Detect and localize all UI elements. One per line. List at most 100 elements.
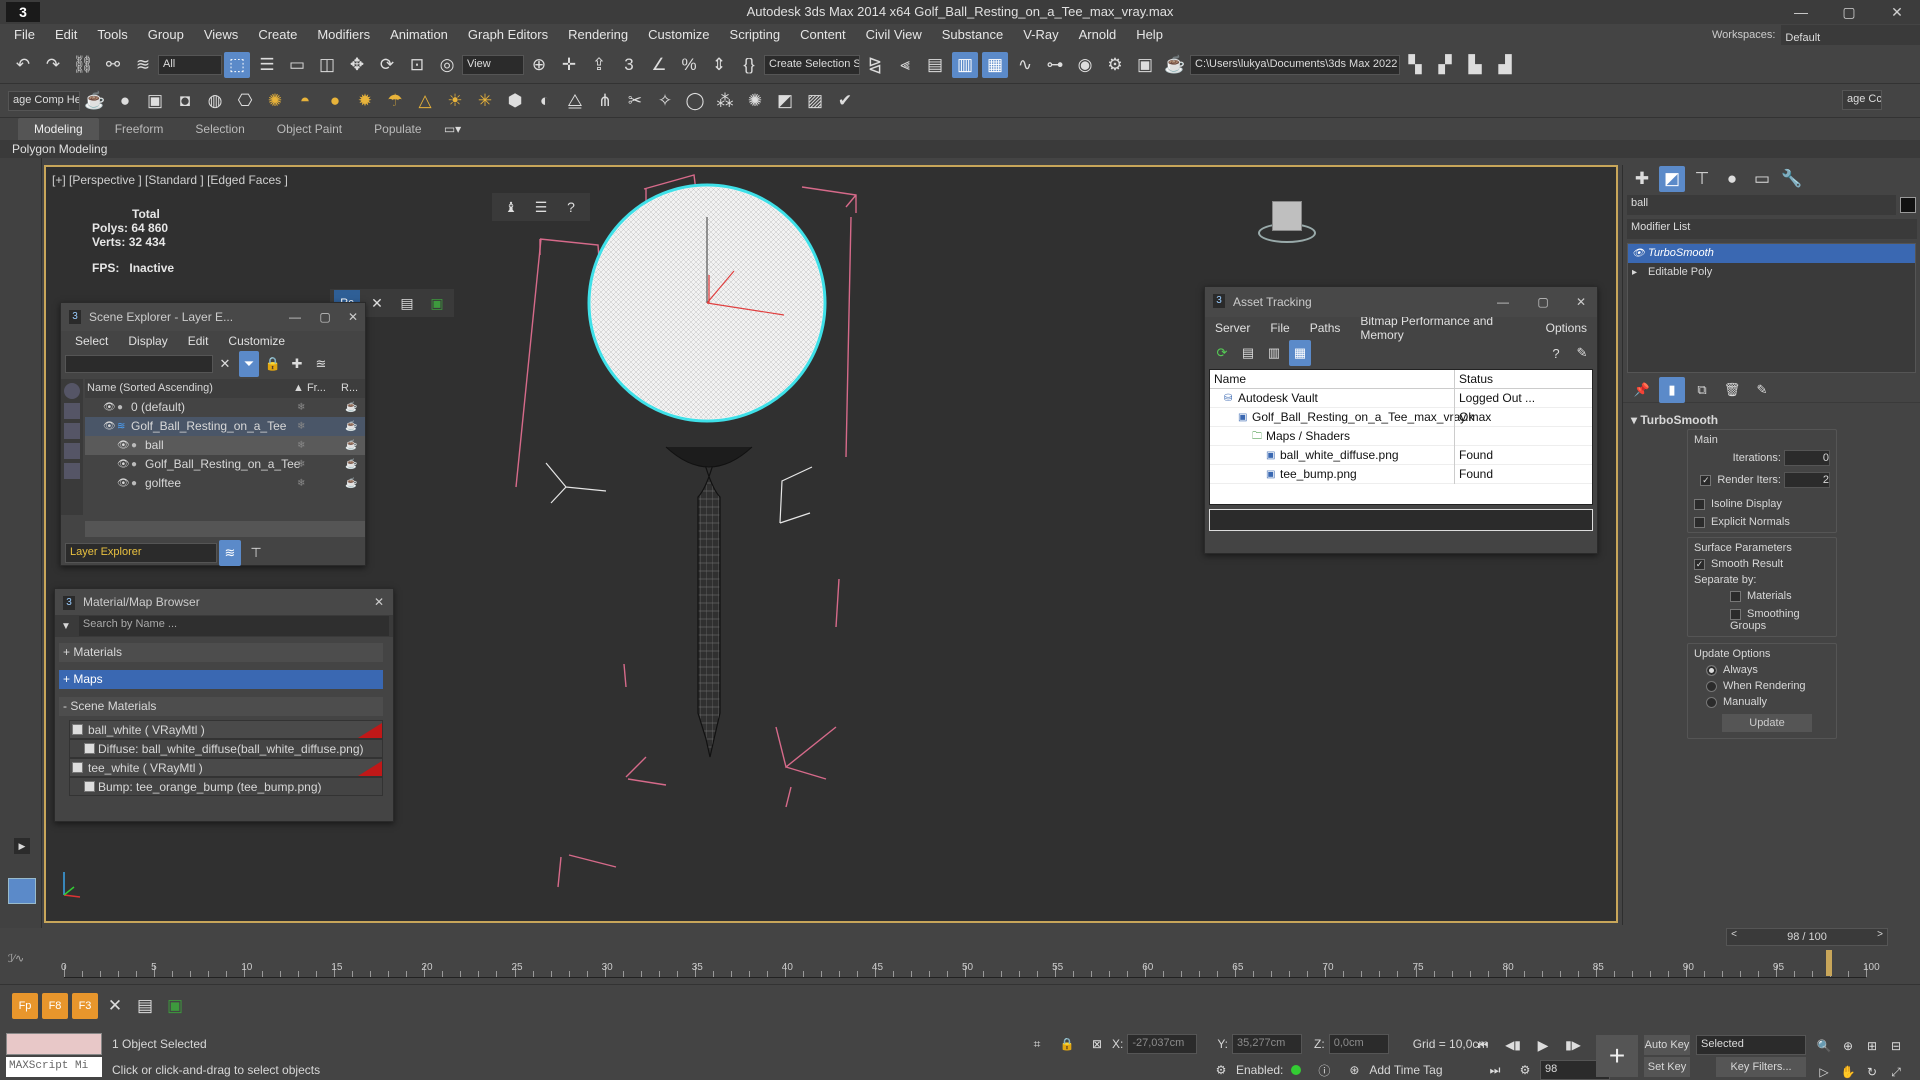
undo-icon[interactable]: ↶: [10, 52, 36, 78]
asset-row[interactable]: ▣ tee_bump.png Found: [1210, 465, 1592, 484]
absolute-mode-icon[interactable]: ⊠: [1084, 1031, 1110, 1057]
scene-explorer-menu-display[interactable]: Display: [128, 334, 167, 348]
select-manipulate-icon[interactable]: ✛: [556, 52, 582, 78]
set-key-button[interactable]: Set Key: [1644, 1057, 1690, 1077]
list-small-icon[interactable]: ▤: [132, 993, 158, 1019]
time-slider[interactable]: < 98 / 100 >: [1726, 928, 1888, 946]
vray-multi-material-icon[interactable]: ⁂: [712, 88, 738, 114]
isoline-checkbox[interactable]: [1694, 498, 1705, 510]
modifier-list-dropdown[interactable]: Modifier List: [1627, 219, 1917, 239]
key-mode-icon[interactable]: ⏭: [1482, 1057, 1508, 1080]
viewport-layout-icon[interactable]: [8, 878, 36, 904]
time-config-icon[interactable]: ⚙: [1512, 1057, 1538, 1080]
material-browser-close[interactable]: ✕: [365, 589, 393, 615]
menu-substance[interactable]: Substance: [932, 24, 1013, 46]
field-of-view-icon[interactable]: ▷: [1814, 1059, 1834, 1080]
next-frame-arrow-icon[interactable]: >: [1873, 929, 1887, 940]
scene-explorer-scrollbar[interactable]: [85, 521, 365, 537]
vray-material-icon[interactable]: ◯: [682, 88, 708, 114]
add-time-tag-label[interactable]: Add Time Tag: [1369, 1063, 1442, 1077]
vault-options-icon[interactable]: ✎: [1571, 340, 1593, 366]
create-tab-icon[interactable]: ✚: [1629, 166, 1655, 192]
filter-icon[interactable]: ⏷: [239, 351, 259, 377]
table-icon[interactable]: ▤: [394, 290, 420, 316]
vault-help-icon[interactable]: ?: [1545, 340, 1567, 366]
make-unique-icon[interactable]: ⧉: [1689, 377, 1715, 403]
align-icon[interactable]: ⫷: [892, 52, 918, 78]
col-render-header[interactable]: R...: [341, 379, 358, 398]
materials-section[interactable]: + Materials: [59, 643, 383, 662]
utilities-tab-icon[interactable]: 🔧: [1779, 166, 1805, 192]
move-icon[interactable]: ✥: [344, 52, 370, 78]
maps-section[interactable]: + Maps: [59, 670, 383, 689]
z-coordinate-field[interactable]: 0,0cm: [1328, 1034, 1389, 1054]
menu-rendering[interactable]: Rendering: [558, 24, 638, 46]
sunlight-icon[interactable]: ☀: [442, 88, 468, 114]
freeze-icon[interactable]: ❄: [297, 398, 305, 417]
asset-row[interactable]: 🗀 Maps / Shaders: [1210, 427, 1592, 446]
key-filters-button[interactable]: Key Filters...: [1716, 1057, 1806, 1077]
display-objects-icon[interactable]: [64, 383, 80, 399]
expand-arrow-icon[interactable]: ▸: [1632, 263, 1637, 282]
scene-explorer-row[interactable]: 👁 ● ball ❄ ☕: [85, 436, 365, 455]
visibility-eye-icon[interactable]: 👁: [117, 455, 130, 474]
hierarchy-tab-icon[interactable]: ⊤: [1689, 166, 1715, 192]
x-coordinate-field[interactable]: -27,037cm: [1127, 1034, 1198, 1054]
spinner-snap-icon[interactable]: ⇕: [706, 52, 732, 78]
proxy-icon[interactable]: ⬢: [502, 88, 528, 114]
modify-tab-icon[interactable]: ◩: [1659, 166, 1685, 192]
material-item[interactable]: ball_white ( VRayMtl ): [69, 720, 383, 739]
scene-explorer-row[interactable]: 👁 ● Golf_Ball_Resting_on_a_Tee ❄ ☕: [85, 455, 365, 474]
menu-civil-view[interactable]: Civil View: [856, 24, 932, 46]
modifier-stack-item[interactable]: ▸ Editable Poly: [1628, 263, 1915, 282]
menu-help[interactable]: Help: [1126, 24, 1173, 46]
scene-explorer-close[interactable]: ✕: [339, 303, 367, 331]
renderable-icon[interactable]: ☕: [345, 417, 357, 436]
time-tag-icon[interactable]: ⓘ: [1311, 1057, 1337, 1080]
ribbon-toggle-icon[interactable]: ▦: [982, 51, 1008, 78]
project-icon-4[interactable]: ▟: [1492, 52, 1518, 78]
material-map-item[interactable]: Bump: tee_orange_bump (tee_bump.png): [69, 777, 383, 796]
ribbon-tab-selection[interactable]: Selection: [179, 118, 260, 140]
menu-customize[interactable]: Customize: [638, 24, 719, 46]
motion-tab-icon[interactable]: ●: [1719, 166, 1745, 192]
zoom-extents-icon[interactable]: ⊞: [1862, 1033, 1882, 1059]
asset-tracking-minimize[interactable]: —: [1489, 287, 1517, 317]
display-lights-icon[interactable]: [64, 423, 80, 439]
green-panel-icon[interactable]: ▣: [424, 290, 450, 316]
asset-menu-file[interactable]: File: [1270, 321, 1289, 335]
materials-checkbox[interactable]: [1730, 590, 1741, 602]
close-button[interactable]: ✕: [1882, 2, 1912, 22]
ref-coord-dropdown[interactable]: View: [462, 54, 524, 75]
show-end-result-icon[interactable]: ▮: [1659, 376, 1685, 403]
display-tab-icon[interactable]: ▭: [1749, 166, 1775, 192]
vray-plane-icon[interactable]: ⧋: [562, 88, 588, 114]
asset-row[interactable]: ▣ ball_white_diffuse.png Found: [1210, 446, 1592, 465]
smoothing-groups-checkbox[interactable]: [1730, 608, 1741, 620]
ribbon-tab-object-paint[interactable]: Object Paint: [261, 118, 358, 140]
iterations-spinner[interactable]: 0: [1784, 450, 1830, 466]
golf-tee-mesh[interactable]: [697, 460, 721, 758]
visibility-eye-icon[interactable]: 👁: [103, 398, 116, 417]
refresh-icon[interactable]: ⟳: [1211, 340, 1233, 366]
maxscript-listener-field[interactable]: [6, 1033, 102, 1055]
fp-icon[interactable]: Fp: [12, 993, 38, 1019]
set-key-icon[interactable]: +: [1596, 1035, 1638, 1077]
key-set-dropdown[interactable]: Selected: [1696, 1035, 1806, 1055]
menu-edit[interactable]: Edit: [45, 24, 87, 46]
isolate-selection-icon[interactable]: ⌗: [1024, 1031, 1050, 1057]
enabled-indicator[interactable]: [1291, 1065, 1302, 1075]
scene-explorer-icon[interactable]: ▤: [922, 52, 948, 78]
box-icon[interactable]: ▣: [142, 88, 168, 114]
scale-icon[interactable]: ⊡: [404, 52, 430, 78]
project-icon-1[interactable]: ▚: [1402, 52, 1428, 78]
light-icon[interactable]: ✺: [262, 88, 288, 114]
project-icon-2[interactable]: ▞: [1432, 52, 1458, 78]
menu-v-ray[interactable]: V-Ray: [1013, 24, 1068, 46]
list-icon[interactable]: ☰: [528, 194, 554, 220]
hierarchy-icon[interactable]: ⊤: [245, 540, 267, 566]
smooth-result-checkbox[interactable]: ✓: [1694, 558, 1705, 570]
turbosmooth-rollout[interactable]: TurboSmooth: [1640, 413, 1718, 427]
vray-lights-lister-icon[interactable]: ✺: [742, 88, 768, 114]
select-by-name-icon[interactable]: ☰: [254, 52, 280, 78]
